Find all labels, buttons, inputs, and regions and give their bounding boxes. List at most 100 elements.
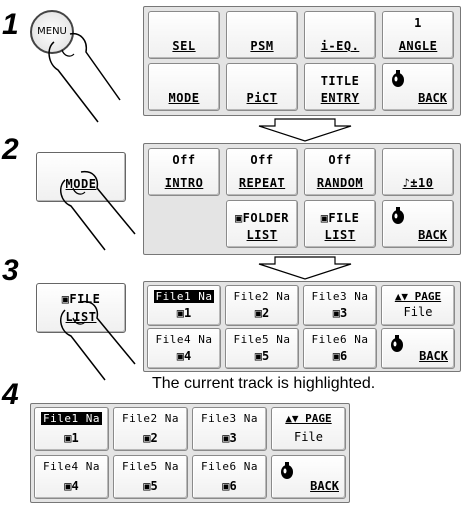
ieq-key[interactable]: i-EQ. — [304, 11, 376, 59]
file-key[interactable]: File4 Na ▣4 — [34, 455, 109, 499]
file-key[interactable]: File2 Na ▣2 — [225, 285, 299, 326]
file-name: File5 Na — [233, 333, 291, 346]
pressing-finger-icon — [60, 170, 136, 251]
mode-key[interactable]: MODE — [148, 63, 220, 111]
file-list-panel-highlighted: File1 Na ▣1 File2 Na ▣2 File3 Na ▣3 ▲▼ P… — [30, 403, 350, 503]
step-number-2: 2 — [2, 133, 19, 166]
knob-icon — [392, 70, 404, 87]
file-name: File1 Na — [153, 290, 215, 303]
sel-key[interactable]: SEL — [148, 11, 220, 59]
sel-label: SEL — [172, 39, 196, 53]
repeat-key[interactable]: Off REPEAT — [226, 148, 298, 196]
pict-label: PiCT — [246, 91, 278, 105]
random-label: RANDOM — [316, 176, 364, 190]
pict-key[interactable]: PiCT — [226, 63, 298, 111]
knob-icon — [281, 462, 293, 479]
file-number: ▣5 — [254, 349, 270, 363]
back-key[interactable]: BACK — [271, 455, 346, 499]
file-name: File2 Na — [233, 290, 291, 303]
angle-label: ANGLE — [398, 39, 438, 53]
down-arrow-icon — [258, 256, 352, 280]
psm-key[interactable]: PSM — [226, 11, 298, 59]
file-key[interactable]: File2 Na ▣2 — [113, 407, 188, 451]
page-sub-label: File — [294, 430, 323, 444]
file-key[interactable]: File1 Na ▣1 — [34, 407, 109, 451]
folder-list-key[interactable]: ▣FOLDER LIST — [226, 200, 298, 248]
page-label: ▲▼ PAGE — [285, 412, 332, 425]
mode-panel: Off INTRO Off REPEAT Off RANDOM ♪±10 ▣FO… — [143, 143, 461, 255]
file-key[interactable]: File3 Na ▣3 — [303, 285, 377, 326]
page-sub-label: File — [403, 305, 433, 319]
title-entry-top: TITLE — [320, 74, 360, 88]
random-value: Off — [328, 153, 352, 167]
file-number: ▣6 — [332, 349, 348, 363]
page-file-key[interactable]: ▲▼ PAGE File — [381, 285, 455, 326]
file-name: File6 Na — [201, 460, 258, 473]
file-name: File3 Na — [201, 412, 258, 425]
file-key[interactable]: File3 Na ▣3 — [192, 407, 267, 451]
file-number: ▣2 — [254, 306, 270, 320]
file-name: File6 Na — [311, 333, 369, 346]
intro-label: INTRO — [164, 176, 204, 190]
knob-icon — [391, 335, 403, 352]
step-number-4: 4 — [2, 378, 19, 411]
file-number: ▣4 — [64, 479, 79, 493]
file-number: ▣3 — [222, 431, 237, 445]
back-key[interactable]: BACK — [381, 328, 455, 369]
file-number: ▣4 — [176, 349, 192, 363]
file-list-key[interactable]: ▣FILE LIST — [304, 200, 376, 248]
folder-list-label: LIST — [246, 228, 278, 242]
psm-label: PSM — [250, 39, 274, 53]
random-key[interactable]: Off RANDOM — [304, 148, 376, 196]
angle-key[interactable]: 1 ANGLE — [382, 11, 454, 59]
intro-value: Off — [172, 153, 196, 167]
intro-key[interactable]: Off INTRO — [148, 148, 220, 196]
file-number: ▣1 — [64, 431, 79, 445]
title-entry-key[interactable]: TITLE ENTRY — [304, 63, 376, 111]
back-key[interactable]: BACK — [382, 200, 454, 248]
angle-value: 1 — [414, 16, 422, 30]
file-number: ▣6 — [222, 479, 237, 493]
file-number: ▣2 — [143, 431, 158, 445]
mode-label: MODE — [168, 91, 200, 105]
step-number-1: 1 — [2, 8, 19, 41]
file-name: File1 Na — [41, 412, 102, 425]
file-number: ▣5 — [143, 479, 158, 493]
back-label: BACK — [418, 91, 447, 105]
file-list-panel: File1 Na ▣1 File2 Na ▣2 File3 Na ▣3 ▲▼ P… — [143, 281, 461, 372]
pressing-finger-icon — [48, 32, 121, 123]
file-key[interactable]: File4 Na ▣4 — [147, 328, 221, 369]
file-number: ▣1 — [176, 306, 192, 320]
file-key[interactable]: File1 Na ▣1 — [147, 285, 221, 326]
file-name: File3 Na — [311, 290, 369, 303]
back-key[interactable]: BACK — [382, 63, 454, 111]
knob-icon — [392, 207, 404, 224]
repeat-value: Off — [250, 153, 274, 167]
folder-list-top: ▣FOLDER — [234, 211, 290, 225]
title-entry-label: ENTRY — [320, 91, 360, 105]
file-list-label: LIST — [324, 228, 356, 242]
page-file-key[interactable]: ▲▼ PAGE File — [271, 407, 346, 451]
file-name: File4 Na — [43, 460, 100, 473]
back-label: BACK — [419, 349, 448, 363]
file-name: File2 Na — [122, 412, 179, 425]
menu-panel: SEL PSM i-EQ. 1 ANGLE MODE PiCT TITLE EN… — [143, 6, 461, 116]
empty-slot — [148, 200, 220, 248]
page-label: ▲▼ PAGE — [394, 290, 442, 303]
skip-10-key[interactable]: ♪±10 — [382, 148, 454, 196]
repeat-label: REPEAT — [238, 176, 286, 190]
down-arrow-icon — [258, 118, 352, 142]
pressing-finger-icon — [60, 300, 136, 381]
file-name: File4 Na — [155, 333, 213, 346]
file-key[interactable]: File6 Na ▣6 — [192, 455, 267, 499]
caption: The current track is highlighted. — [152, 375, 376, 392]
file-key[interactable]: File5 Na ▣5 — [113, 455, 188, 499]
back-label: BACK — [310, 479, 339, 493]
back-label: BACK — [418, 228, 447, 242]
step-number-3: 3 — [2, 254, 19, 287]
file-key[interactable]: File5 Na ▣5 — [225, 328, 299, 369]
file-name: File5 Na — [122, 460, 179, 473]
ieq-label: i-EQ. — [320, 39, 360, 53]
skip-10-label: ♪±10 — [402, 176, 434, 190]
file-key[interactable]: File6 Na ▣6 — [303, 328, 377, 369]
